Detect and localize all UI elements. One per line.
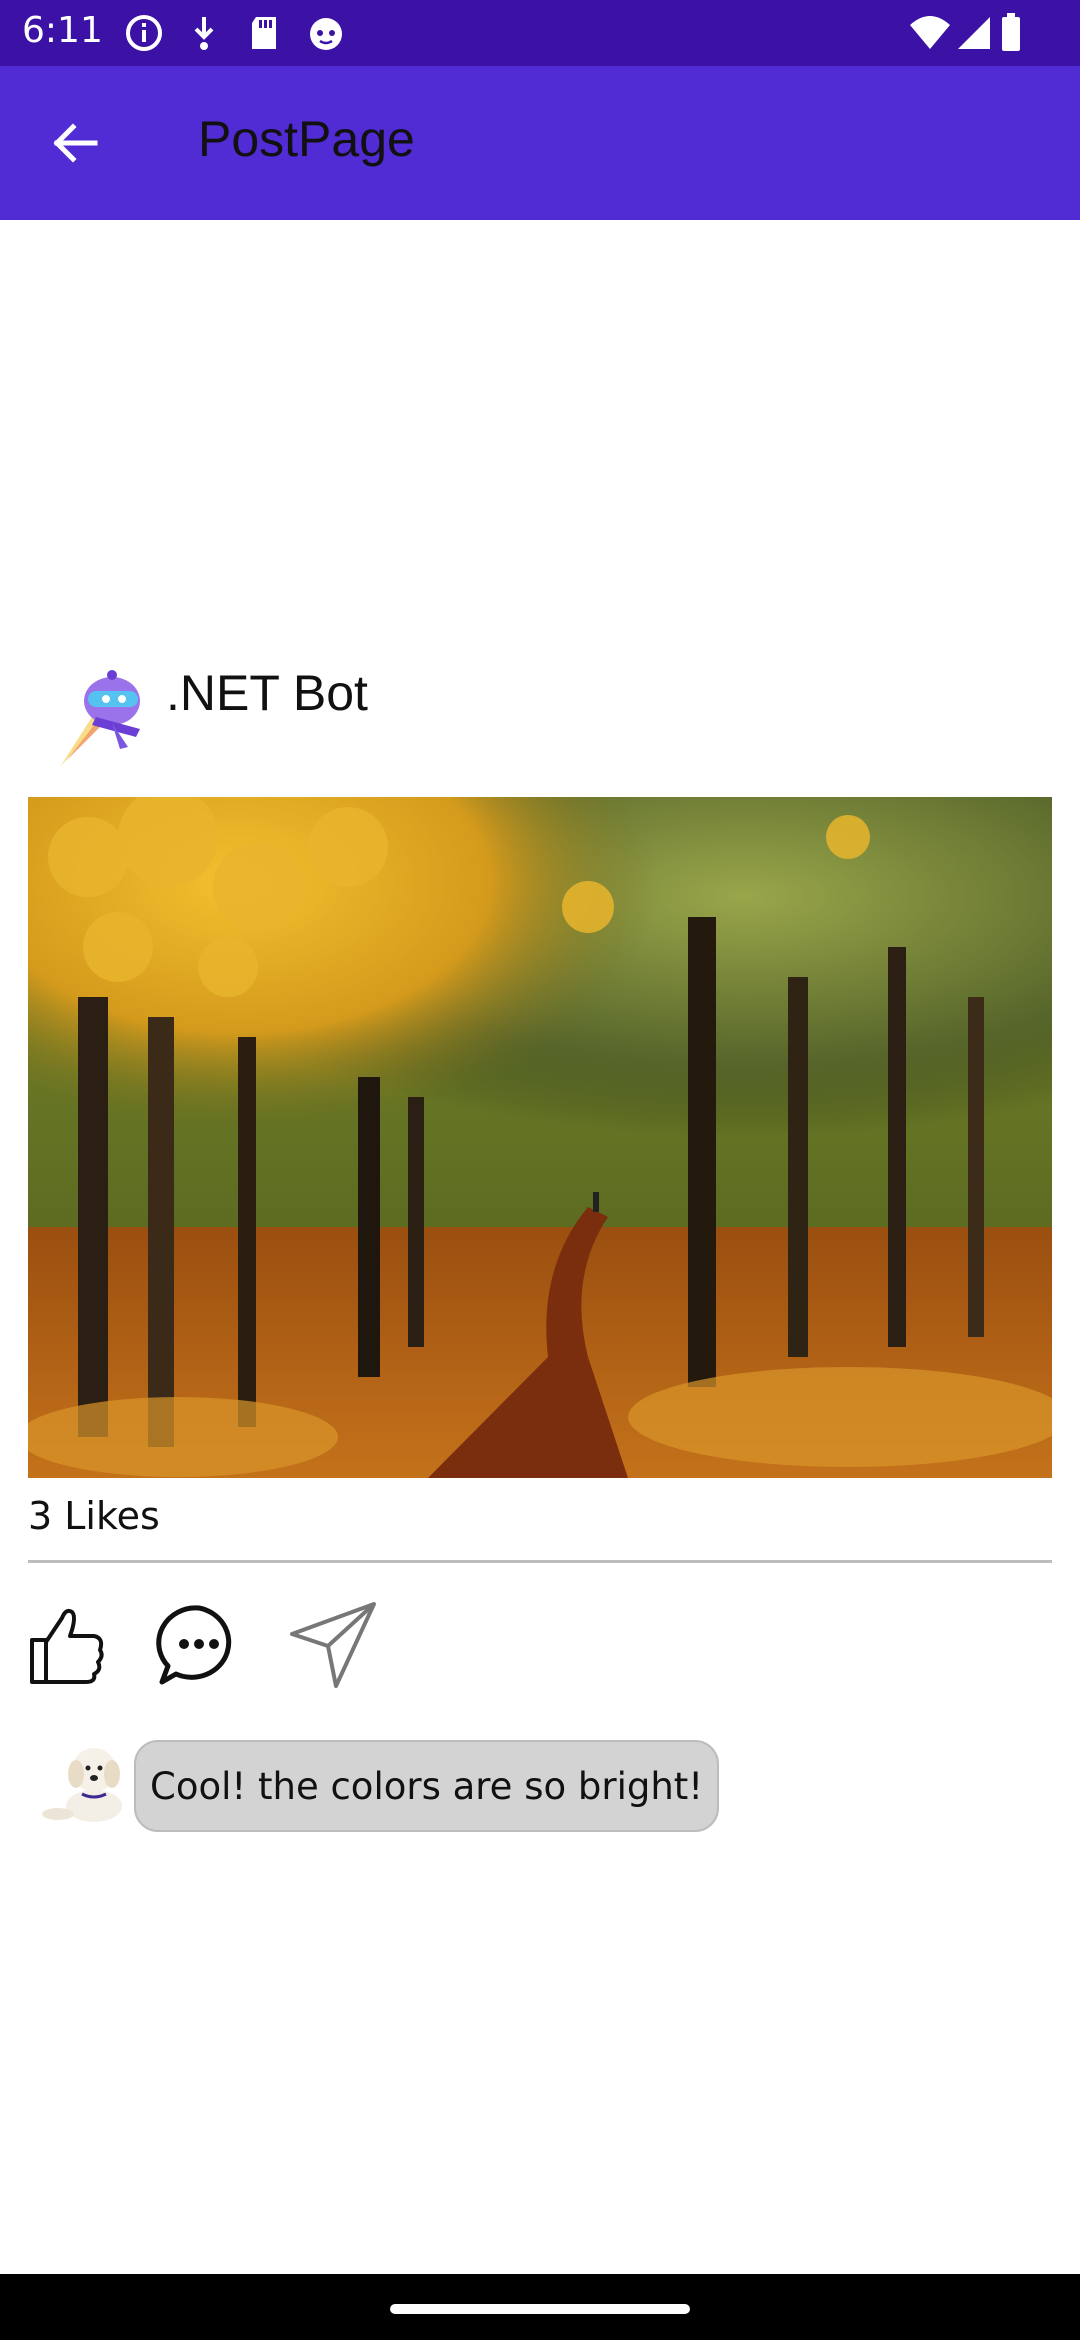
share-button[interactable] — [288, 1600, 378, 1690]
back-button[interactable] — [36, 104, 114, 182]
comment-bubble-icon — [156, 1605, 232, 1685]
divider — [28, 1560, 1052, 1563]
thumbs-up-icon — [30, 1608, 104, 1684]
puppy-icon — [42, 1748, 122, 1822]
battery-icon — [1002, 13, 1020, 51]
likes-count: 3 Likes — [28, 1494, 160, 1538]
sd-card-icon — [252, 17, 276, 49]
comment-text: Cool! the colors are so bright! — [150, 1764, 704, 1808]
signal-icon — [958, 17, 990, 49]
page-title: PostPage — [198, 111, 415, 167]
status-bar: 6:11 — [0, 0, 1080, 66]
dotnet-bot-icon — [60, 670, 140, 767]
post-image[interactable] — [28, 797, 1052, 1478]
comment-button[interactable] — [154, 1600, 244, 1690]
cat-icon — [310, 18, 342, 50]
author-avatar — [52, 657, 162, 767]
like-button[interactable] — [26, 1600, 116, 1690]
arrow-left-icon — [53, 123, 98, 163]
wifi-icon — [910, 16, 950, 49]
comment-bubble: Cool! the colors are so bright! — [134, 1740, 720, 1832]
home-indicator[interactable] — [390, 2304, 690, 2314]
autumn-forest-photo — [28, 797, 1052, 1478]
author-name: .NET Bot — [166, 665, 368, 721]
app-bar: PostPage — [0, 66, 1080, 220]
download-icon — [194, 17, 214, 50]
commenter-avatar — [36, 1740, 128, 1832]
info-icon — [126, 15, 162, 51]
status-time: 6:11 — [22, 10, 103, 51]
send-icon — [290, 1602, 376, 1688]
